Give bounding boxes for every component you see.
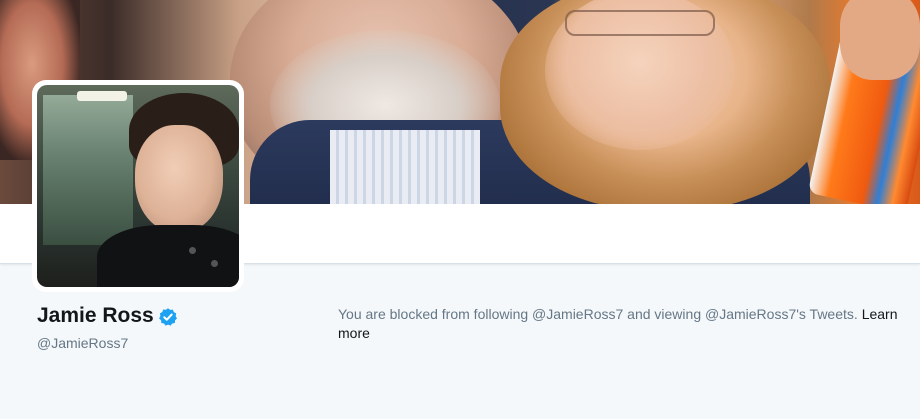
avatar-ceiling-light (77, 91, 127, 101)
avatar-train-window (43, 95, 133, 245)
header-photo-glasses (565, 10, 715, 36)
profile-name-row: Jamie Ross (37, 302, 297, 330)
avatar-coat-button (189, 247, 196, 254)
profile-name[interactable]: Jamie Ross (37, 302, 154, 330)
profile-card: Jamie Ross @JamieRoss7 (37, 302, 297, 351)
header-photo-hand (840, 0, 920, 80)
avatar-coat (97, 225, 239, 287)
verified-badge-icon[interactable] (158, 307, 178, 327)
blocked-notice: You are blocked from following @JamieRos… (338, 305, 910, 343)
profile-screen-name[interactable]: @JamieRoss7 (37, 335, 297, 351)
profile-avatar-frame[interactable] (32, 80, 244, 292)
profile-avatar[interactable] (37, 85, 239, 287)
avatar-coat-button (211, 260, 218, 267)
avatar-face (135, 125, 223, 233)
header-photo-shirt (330, 130, 480, 204)
blocked-notice-text: You are blocked from following @JamieRos… (338, 306, 862, 322)
